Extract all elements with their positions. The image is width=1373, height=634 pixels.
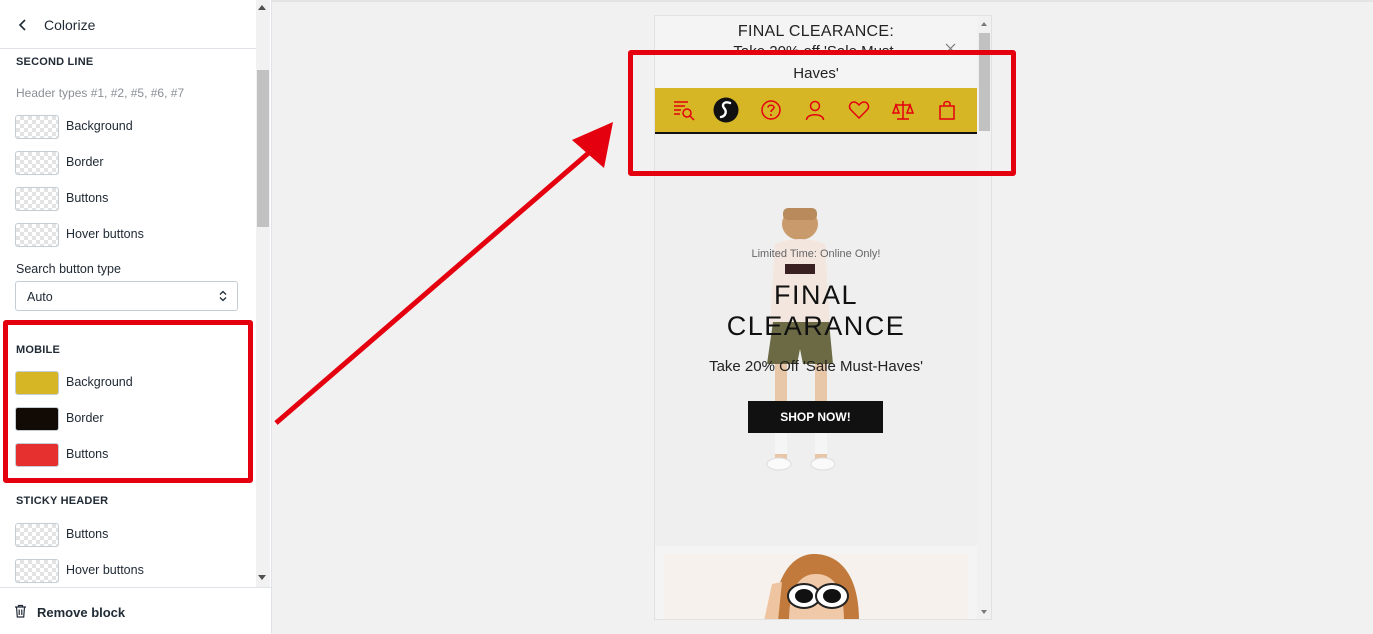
scroll-down-icon[interactable] bbox=[981, 610, 987, 614]
hero-title-line1: FINAL bbox=[773, 280, 859, 310]
product-card[interactable] bbox=[664, 554, 968, 619]
search-button-type-select[interactable]: Auto bbox=[15, 281, 238, 311]
sticky-buttons-color[interactable]: Buttons bbox=[15, 523, 235, 547]
select-caret-icon bbox=[219, 290, 227, 302]
header-types-note: Header types #1, #2, #5, #6, #7 bbox=[16, 86, 185, 100]
panel-footer: Remove block bbox=[0, 587, 271, 634]
shop-now-button[interactable]: SHOP NOW! bbox=[748, 401, 883, 433]
swatch-label: Background bbox=[66, 119, 133, 133]
swatch-label: Hover buttons bbox=[66, 227, 144, 241]
announcement-line1: FINAL CLEARANCE: bbox=[737, 23, 895, 40]
color-swatch[interactable] bbox=[15, 187, 59, 211]
color-swatch[interactable] bbox=[15, 115, 59, 139]
top-divider bbox=[272, 0, 1373, 2]
second-line-hover-buttons-color[interactable]: Hover buttons bbox=[15, 223, 235, 247]
model-image bbox=[766, 208, 836, 471]
swatch-label: Buttons bbox=[66, 527, 109, 541]
annotation-arrow-icon bbox=[274, 122, 613, 425]
panel-header: Colorize bbox=[0, 0, 256, 49]
color-swatch[interactable] bbox=[15, 223, 59, 247]
second-line-background-color[interactable]: Background bbox=[15, 115, 235, 139]
second-line-border-color[interactable]: Border bbox=[15, 151, 235, 175]
scroll-up-icon[interactable] bbox=[981, 22, 987, 26]
sunglasses-model-image bbox=[664, 554, 968, 619]
sticky-hover-buttons-color[interactable]: Hover buttons bbox=[15, 559, 235, 583]
color-swatch[interactable] bbox=[15, 151, 59, 175]
trash-icon bbox=[15, 604, 26, 618]
header-preview-highlight bbox=[628, 50, 1016, 176]
chevron-left-icon[interactable] bbox=[15, 17, 31, 33]
hero-banner: Limited Time: Online Only! FINAL CLEARAN… bbox=[655, 134, 977, 546]
remove-block-label: Remove block bbox=[37, 605, 126, 620]
second-line-buttons-color[interactable]: Buttons bbox=[15, 187, 235, 211]
panel-title: Colorize bbox=[44, 17, 96, 33]
swatch-label: Border bbox=[66, 155, 104, 169]
swatch-label: Hover buttons bbox=[66, 563, 144, 577]
mobile-section-highlight bbox=[3, 320, 253, 483]
search-button-type-label: Search button type bbox=[16, 262, 121, 276]
panel-scrollbar-thumb[interactable] bbox=[257, 70, 269, 227]
hero-title: FINAL CLEARANCE bbox=[655, 280, 977, 342]
settings-panel: Colorize SECOND LINE Header types #1, #2… bbox=[0, 0, 272, 634]
hero-kicker: Limited Time: Online Only! bbox=[751, 248, 881, 260]
scroll-down-icon[interactable] bbox=[258, 575, 266, 580]
select-value: Auto bbox=[27, 290, 53, 304]
section-title-sticky-header: STICKY HEADER bbox=[16, 495, 109, 507]
settings-scroll-area: SECOND LINE Header types #1, #2, #5, #6,… bbox=[0, 49, 256, 587]
scroll-up-icon[interactable] bbox=[258, 5, 266, 10]
color-swatch[interactable] bbox=[15, 523, 59, 547]
section-title-second-line: SECOND LINE bbox=[16, 56, 94, 68]
hero-title-line2: CLEARANCE bbox=[726, 311, 906, 341]
swatch-label: Buttons bbox=[66, 191, 109, 205]
color-swatch[interactable] bbox=[15, 559, 59, 583]
hero-subtitle: Take 20% Off 'Sale Must-Haves' bbox=[709, 358, 923, 375]
